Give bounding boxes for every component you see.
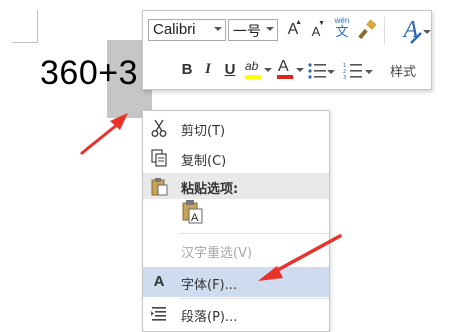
scissors-icon bbox=[151, 119, 167, 137]
svg-text:3: 3 bbox=[343, 75, 346, 80]
margin-corner-mark-vertical bbox=[37, 10, 38, 43]
menu-item-label: 段落(P)... bbox=[181, 310, 238, 325]
chevron-down-icon[interactable] bbox=[214, 27, 222, 31]
menu-item-label: 复制(C) bbox=[181, 154, 227, 169]
format-painter-button[interactable] bbox=[357, 19, 379, 41]
grow-font-button[interactable]: A ▲ bbox=[284, 19, 302, 41]
shrink-font-button[interactable]: A ▼ bbox=[307, 20, 325, 44]
phonetic-char-icon: 文 bbox=[335, 24, 349, 39]
underline-icon: U bbox=[224, 61, 236, 78]
font-size-value: 一号 bbox=[233, 23, 261, 39]
bold-icon: B bbox=[181, 61, 193, 78]
phonetic-guide-button[interactable]: wén 文 bbox=[331, 16, 353, 42]
menu-item-label: 字体(F)... bbox=[181, 278, 238, 293]
paste-keep-text-only-button[interactable]: A bbox=[181, 199, 205, 225]
bold-button[interactable]: B bbox=[178, 61, 196, 81]
chevron-down-icon[interactable] bbox=[327, 70, 335, 74]
bullet-list-icon bbox=[308, 63, 326, 79]
highlight-color-button[interactable]: ab bbox=[243, 59, 273, 83]
margin-corner-mark-horizontal bbox=[12, 42, 38, 43]
font-name-value: Calibri bbox=[153, 21, 196, 38]
chevron-down-icon[interactable] bbox=[266, 27, 274, 31]
font-color-icon: A bbox=[278, 58, 289, 75]
format-painter-icon bbox=[358, 19, 377, 40]
menu-item-cut[interactable]: 剪切(T) bbox=[143, 113, 329, 143]
styles-label: 样式 bbox=[390, 65, 417, 80]
svg-text:A: A bbox=[191, 212, 199, 224]
menu-item-copy[interactable]: 复制(C) bbox=[143, 143, 329, 173]
caret-up-icon: ▲ bbox=[295, 19, 302, 26]
copy-icon bbox=[151, 149, 167, 167]
styles-button[interactable]: A bbox=[393, 17, 431, 47]
chevron-down-icon[interactable] bbox=[423, 30, 431, 34]
font-color-button[interactable]: A bbox=[275, 58, 305, 83]
paragraph-icon bbox=[151, 307, 166, 321]
menu-item-label: 粘贴选项: bbox=[181, 182, 239, 197]
toolbar-separator bbox=[384, 17, 385, 45]
font-size-combobox[interactable]: 一号 bbox=[228, 19, 278, 41]
chevron-down-icon[interactable] bbox=[365, 70, 373, 74]
italic-icon: I bbox=[205, 61, 211, 77]
underline-button[interactable]: U bbox=[221, 61, 239, 81]
document-text-before: 360+3 bbox=[40, 54, 138, 92]
styles-brush-icon bbox=[410, 32, 422, 44]
menu-item-paragraph[interactable]: 段落(P)... bbox=[143, 299, 329, 329]
font-icon: A bbox=[153, 273, 165, 290]
context-menu: 剪切(T) 复制(C) 粘贴选项: A 汉字重选(V) A 字体(F)... 段… bbox=[142, 110, 330, 332]
font-name-combobox[interactable]: Calibri bbox=[148, 19, 226, 41]
caret-down-icon: ▼ bbox=[318, 20, 325, 27]
numbering-button[interactable]: 1 2 3 bbox=[343, 61, 375, 83]
highlight-icon: ab bbox=[245, 59, 259, 73]
mini-toolbar: Calibri 一号 A ▲ A ▼ wén 文 A B I U ab A 1 … bbox=[142, 10, 432, 90]
chevron-down-icon[interactable] bbox=[264, 68, 272, 72]
menu-item-font[interactable]: A 字体(F)... bbox=[143, 267, 329, 297]
numbered-list-icon: 1 2 3 bbox=[343, 63, 362, 80]
highlight-color-swatch bbox=[245, 75, 261, 79]
paste-icon bbox=[151, 178, 168, 196]
italic-button[interactable]: I bbox=[200, 61, 216, 81]
font-color-swatch bbox=[277, 75, 293, 79]
chevron-down-icon[interactable] bbox=[296, 68, 304, 72]
menu-item-paste-options-header: 粘贴选项: bbox=[143, 173, 329, 199]
menu-item-label: 剪切(T) bbox=[181, 124, 226, 139]
menu-separator bbox=[179, 233, 329, 234]
menu-item-label: 汉字重选(V) bbox=[181, 246, 253, 261]
menu-item-reconvert: 汉字重选(V) bbox=[143, 235, 329, 265]
paste-keep-text-icon: A bbox=[182, 200, 203, 224]
bullets-button[interactable] bbox=[307, 61, 337, 83]
